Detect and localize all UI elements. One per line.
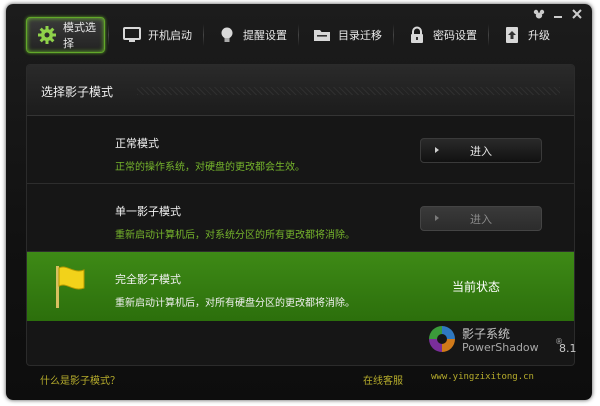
- brand-name-cn: 影子系统: [462, 327, 511, 341]
- mode-row-normal: 正常模式 正常的操作系统，对硬盘的更改都会生效。 进入: [27, 116, 574, 184]
- brand-logo: 影子系统 PowerShadow ® 8.1: [426, 321, 577, 357]
- mode-name: 正常模式: [115, 137, 159, 150]
- enter-single-shadow-button[interactable]: 进入: [420, 206, 542, 231]
- tab-dir-migrate[interactable]: 目录迁移: [302, 17, 390, 53]
- online-support-link[interactable]: 在线客服: [363, 372, 403, 387]
- tab-upgrade[interactable]: 升级: [492, 17, 558, 53]
- tab-label: 开机启动: [148, 29, 192, 42]
- monitor-icon: [122, 25, 142, 45]
- mode-description: 重新启动计算机后，对系统分区的所有更改都将消除。: [115, 230, 355, 241]
- gear-icon: [37, 25, 57, 45]
- toolbar-divider: [488, 24, 489, 46]
- flag-icon: [56, 266, 85, 308]
- app-window: 模式选择 开机启动 提醒设置 目录迁移 密码设置 升级 选择影子模式 正常模式 …: [6, 4, 592, 400]
- toolbar-divider: [203, 24, 204, 46]
- mode-description: 重新启动计算机后，对所有硬盘分区的更改都将消除。: [115, 298, 355, 309]
- current-status-label: 当前状态: [452, 280, 501, 294]
- enter-normal-button[interactable]: 进入: [420, 138, 542, 163]
- button-label: 进入: [470, 144, 492, 158]
- website-link[interactable]: www.yingzixitong.cn: [431, 372, 534, 382]
- mode-name: 完全影子模式: [115, 273, 181, 286]
- toolbar-divider: [108, 24, 109, 46]
- panel-title: 选择影子模式: [41, 85, 114, 99]
- brand-version: 8.1: [559, 342, 577, 355]
- folder-icon: [312, 25, 332, 45]
- tab-label: 密码设置: [433, 29, 477, 42]
- main-toolbar: 模式选择 开机启动 提醒设置 目录迁移 密码设置 升级: [26, 14, 558, 56]
- button-label: 进入: [470, 212, 492, 226]
- tab-password[interactable]: 密码设置: [397, 17, 485, 53]
- tab-startup[interactable]: 开机启动: [112, 17, 200, 53]
- play-arrow-icon: [435, 147, 439, 153]
- mode-name: 单一影子模式: [115, 205, 181, 218]
- panel-header: 选择影子模式: [27, 65, 574, 116]
- tab-reminder[interactable]: 提醒设置: [207, 17, 295, 53]
- tab-label: 提醒设置: [243, 29, 287, 42]
- mode-row-full-shadow[interactable]: 完全影子模式 重新启动计算机后，对所有硬盘分区的更改都将消除。 当前状态: [27, 252, 574, 321]
- play-arrow-icon: [435, 215, 439, 221]
- close-icon[interactable]: [567, 6, 587, 22]
- tab-label: 目录迁移: [338, 29, 382, 42]
- toolbar-divider: [298, 24, 299, 46]
- brand-name-en: PowerShadow: [462, 341, 539, 354]
- toolbar-divider: [393, 24, 394, 46]
- powershadow-logo-icon: [429, 326, 455, 352]
- bulb-icon: [217, 25, 237, 45]
- mode-description: 正常的操作系统，对硬盘的更改都会生效。: [115, 162, 305, 173]
- mode-row-single-shadow: 单一影子模式 重新启动计算机后，对系统分区的所有更改都将消除。 进入: [27, 184, 574, 252]
- lock-icon: [407, 25, 427, 45]
- header-decoration: [137, 87, 560, 95]
- tab-mode-select[interactable]: 模式选择: [26, 17, 105, 53]
- footer: 什么是影子模式？ 在线客服 www.yingzixitong.cn: [6, 372, 592, 392]
- tab-label: 升级: [528, 29, 550, 42]
- upgrade-icon: [502, 25, 522, 45]
- tab-label: 模式选择: [63, 21, 96, 50]
- help-link[interactable]: 什么是影子模式？: [40, 372, 120, 387]
